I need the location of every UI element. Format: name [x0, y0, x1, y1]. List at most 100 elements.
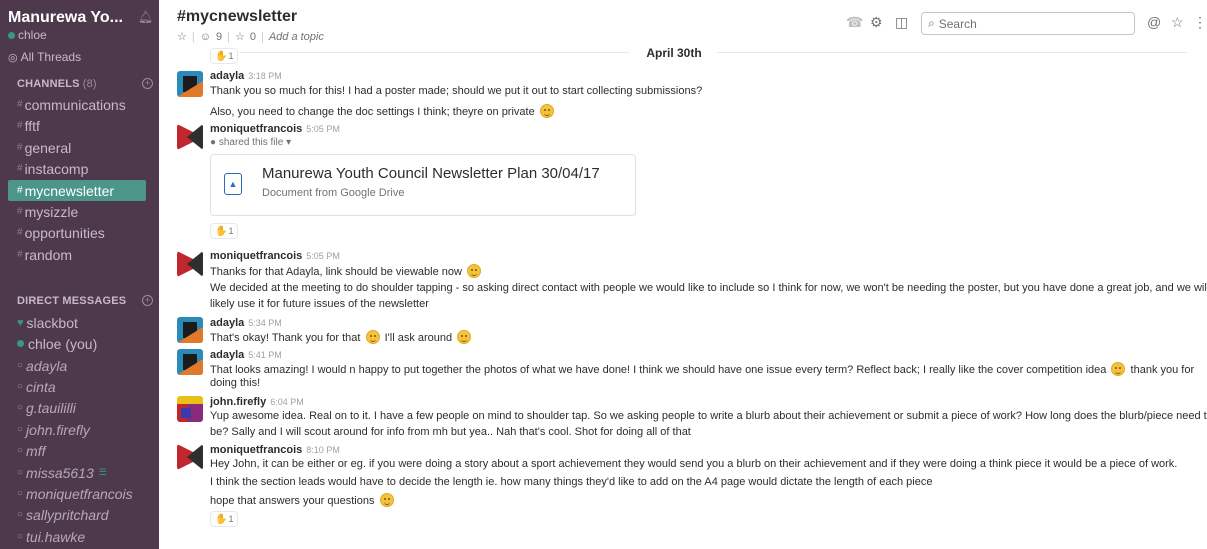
- pin-icon[interactable]: ☆: [235, 30, 245, 43]
- author-name[interactable]: adayla: [210, 349, 244, 361]
- hash-icon: #: [17, 163, 23, 174]
- author-name[interactable]: john.firefly: [210, 396, 266, 408]
- team-menu[interactable]: Manurewa Yo... 🔔︎: [8, 8, 153, 28]
- channel-item-communications[interactable]: # communications: [17, 94, 146, 115]
- gear-icon[interactable]: ⚙: [870, 14, 883, 31]
- message-text-part: That's okay! Thank you for that: [210, 332, 361, 344]
- dm-label: slackbot: [26, 314, 78, 331]
- message-header: moniquetfrancois 8:10 PM: [210, 444, 340, 456]
- channel-title[interactable]: #mycnewsletter: [177, 8, 297, 26]
- search-input[interactable]: [938, 16, 1119, 31]
- thumbs-up-icon: ✋: [215, 225, 228, 237]
- hash-icon: #: [17, 206, 23, 217]
- starred-icon[interactable]: ☆: [1171, 14, 1184, 31]
- message-text-part: That looks amazing! I would n happy to p…: [210, 364, 1107, 376]
- message-text: Thank you so much for this! I had a post…: [210, 85, 703, 97]
- dm-item-sallypritchard[interactable]: ○ sallypritchard: [17, 504, 155, 525]
- timestamp[interactable]: 3:18 PM: [248, 71, 282, 81]
- avatar-john-firefly[interactable]: [177, 396, 203, 422]
- avatar-moniquetfrancois[interactable]: [177, 444, 203, 470]
- channel-item-random[interactable]: # random: [17, 244, 146, 265]
- smile-emoji-icon: [379, 493, 394, 507]
- dm-item-mff[interactable]: ○ mff: [17, 440, 155, 461]
- channels-header-label: CHANNELS: [17, 78, 80, 90]
- timestamp[interactable]: 5:41 PM: [248, 350, 282, 360]
- star-icon[interactable]: ☆: [177, 30, 187, 43]
- channel-label: opportunities: [24, 224, 105, 241]
- bell-icon[interactable]: 🔔︎: [138, 10, 153, 24]
- reaction-thumbs-up[interactable]: ✋ 1: [210, 223, 239, 239]
- timestamp[interactable]: 8:10 PM: [306, 445, 340, 455]
- file-card[interactable]: ▲ Manurewa Youth Council Newsletter Plan…: [210, 154, 636, 216]
- dm-item-chloe[interactable]: chloe (you): [17, 333, 155, 354]
- team-name[interactable]: Manurewa Yo...: [8, 9, 123, 27]
- phone-icon[interactable]: ☎: [846, 14, 863, 31]
- message-text-part: Also, you need to change the doc setting…: [210, 106, 535, 118]
- status-emoji-icon: ☰: [98, 467, 107, 477]
- avatar-moniquetfrancois[interactable]: [177, 124, 203, 150]
- search-box[interactable]: ⌕: [921, 12, 1135, 35]
- channel-item-mycnewsletter[interactable]: # mycnewsletter: [8, 180, 146, 201]
- message-text: I think the section leads would have to …: [210, 476, 933, 488]
- timestamp[interactable]: 5:34 PM: [248, 318, 282, 328]
- dm-item-cinta[interactable]: ○ cinta: [17, 376, 155, 397]
- channel-label: instacomp: [24, 160, 89, 177]
- avatar-adayla[interactable]: [177, 71, 203, 97]
- dm-label: mff: [26, 442, 46, 459]
- timestamp[interactable]: 5:05 PM: [306, 251, 340, 261]
- avatar-moniquetfrancois[interactable]: [177, 251, 203, 277]
- message-text: Also, you need to change the doc setting…: [210, 104, 556, 118]
- all-threads-link[interactable]: ◎ All Threads: [8, 50, 81, 64]
- channels-header[interactable]: CHANNELS (8): [17, 78, 97, 90]
- dm-item-john-firefly[interactable]: ○ john.firefly: [17, 419, 155, 440]
- members-count[interactable]: 9: [216, 31, 222, 43]
- search-icon: ⌕: [928, 16, 935, 30]
- message-text: That looks amazing! I would n happy to p…: [210, 362, 1194, 376]
- add-topic-link[interactable]: Add a topic: [269, 31, 324, 43]
- more-icon[interactable]: ⋮: [1193, 14, 1207, 31]
- message-header: adayla 3:18 PM: [210, 70, 282, 82]
- dm-item-missa5613[interactable]: ○ missa5613 ☰: [17, 462, 155, 483]
- author-name[interactable]: moniquetfrancois: [210, 250, 302, 262]
- dm-item-tui-hawke[interactable]: ○ tui.hawke: [17, 526, 155, 547]
- channel-label: random: [24, 246, 73, 263]
- add-channel-icon[interactable]: +: [142, 78, 153, 89]
- reaction-count: 1: [228, 226, 234, 236]
- file-title[interactable]: Manurewa Youth Council Newsletter Plan 3…: [262, 165, 600, 182]
- presence-online-icon: [17, 340, 24, 347]
- timestamp[interactable]: 5:05 PM: [306, 124, 340, 134]
- reaction-thumbs-up[interactable]: ✋ 1: [210, 511, 239, 527]
- message-text: likely use it for future issues of the n…: [210, 298, 429, 310]
- author-name[interactable]: moniquetfrancois: [210, 123, 302, 135]
- timestamp[interactable]: 6:04 PM: [270, 397, 304, 407]
- pins-count[interactable]: 0: [250, 31, 256, 43]
- dm-item-slackbot[interactable]: ♥ slackbot: [17, 312, 155, 333]
- dm-item-g-tauililli[interactable]: ○ g.tauililli: [17, 397, 155, 418]
- avatar-adayla[interactable]: [177, 317, 203, 343]
- author-name[interactable]: adayla: [210, 317, 244, 329]
- dm-item-adayla[interactable]: ○ adayla: [17, 355, 155, 376]
- channel-item-instacomp[interactable]: # instacomp: [17, 158, 146, 179]
- channel-item-mysizzle[interactable]: # mysizzle: [17, 201, 146, 222]
- mentions-icon[interactable]: @: [1147, 14, 1161, 30]
- presence-away-icon: ○: [17, 467, 24, 478]
- sidebar: Manurewa Yo... 🔔︎ chloe ◎ All Threads CH…: [0, 0, 159, 549]
- day-divider: April 30th: [159, 46, 1207, 60]
- sidebar-toggle-icon[interactable]: ◫: [895, 14, 908, 31]
- author-name[interactable]: adayla: [210, 70, 244, 82]
- channel-item-general[interactable]: # general: [17, 137, 146, 158]
- presence-away-icon: ○: [17, 488, 24, 499]
- channel-item-fftf[interactable]: # fftf: [17, 115, 146, 136]
- add-dm-icon[interactable]: +: [142, 295, 153, 306]
- channel-item-opportunities[interactable]: # opportunities: [17, 222, 146, 243]
- avatar-adayla[interactable]: [177, 349, 203, 375]
- author-name[interactable]: moniquetfrancois: [210, 444, 302, 456]
- laugh-emoji-icon: [457, 330, 472, 344]
- reaction-count: 1: [228, 514, 234, 524]
- dm-header[interactable]: DIRECT MESSAGES: [17, 295, 126, 307]
- current-user[interactable]: chloe: [8, 28, 47, 42]
- chevron-down-icon: ▾: [286, 137, 292, 148]
- dm-item-moniquetfrancois[interactable]: ○ moniquetfrancois: [17, 483, 155, 504]
- members-icon[interactable]: ☺: [200, 31, 211, 43]
- shared-file-line[interactable]: ● shared this file ▾: [210, 137, 291, 148]
